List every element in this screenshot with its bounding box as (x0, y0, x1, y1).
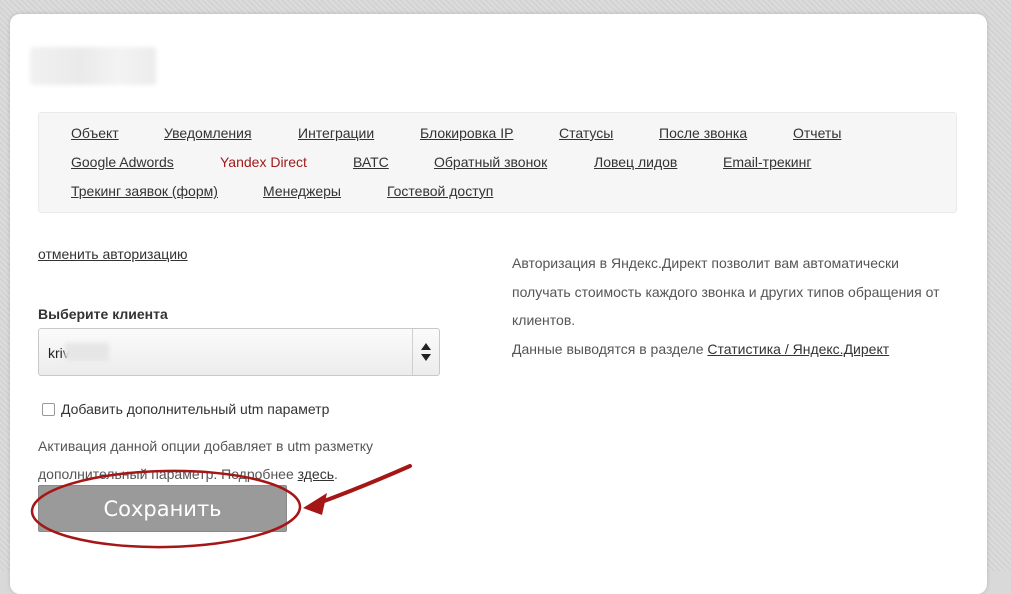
nav-link-form-tracking[interactable]: Трекинг заявок (форм) (71, 183, 218, 199)
info-statistics-link[interactable]: Статистика / Яндекс.Директ (707, 341, 889, 357)
nav-link-object[interactable]: Объект (71, 125, 119, 141)
cancel-authorization-link[interactable]: отменить авторизацию (38, 246, 188, 262)
utm-checkbox-label[interactable]: Добавить дополнительный utm параметр (61, 401, 329, 417)
nav-link-callback[interactable]: Обратный звонок (434, 154, 547, 170)
nav-link-lead-catcher[interactable]: Ловец лидов (594, 154, 677, 170)
nav-link-integrations[interactable]: Интеграции (298, 125, 374, 141)
nav-link-yandex-direct[interactable]: Yandex Direct (220, 154, 307, 170)
client-select[interactable]: kriv (38, 328, 440, 376)
nav-link-email-tracking[interactable]: Email-трекинг (723, 154, 811, 170)
nav-link-vats[interactable]: ВАТС (353, 154, 389, 170)
client-select-label: Выберите клиента (38, 306, 168, 322)
utm-help-end: . (334, 466, 338, 482)
nav-link-managers[interactable]: Менеджеры (263, 183, 341, 199)
yandex-direct-info: Авторизация в Яндекс.Директ позволит вам… (512, 249, 957, 363)
save-button[interactable]: Сохранить (38, 485, 287, 532)
utm-help-link[interactable]: здесь (298, 466, 334, 482)
nav-link-reports[interactable]: Отчеты (793, 125, 841, 141)
select-divider (412, 329, 413, 375)
settings-nav: Объект Уведомления Интеграции Блокировка… (38, 112, 957, 213)
nav-link-notifications[interactable]: Уведомления (164, 125, 252, 141)
blurred-page-title (30, 47, 156, 85)
utm-help-text: Активация данной опции добавляет в utm р… (38, 432, 398, 488)
select-updown-icon (421, 343, 431, 361)
nav-link-ip-blocking[interactable]: Блокировка IP (420, 125, 513, 141)
settings-card: Объект Уведомления Интеграции Блокировка… (10, 14, 987, 594)
info-description: Авторизация в Яндекс.Директ позволит вам… (512, 255, 940, 328)
save-button-label: Сохранить (103, 496, 222, 521)
utm-checkbox[interactable] (42, 403, 55, 416)
nav-link-statuses[interactable]: Статусы (559, 125, 613, 141)
nav-link-after-call[interactable]: После звонка (659, 125, 747, 141)
nav-link-google-adwords[interactable]: Google Adwords (71, 154, 174, 170)
blurred-client-name (65, 343, 109, 361)
info-output-prefix: Данные выводятся в разделе (512, 340, 704, 357)
nav-link-guest-access[interactable]: Гостевой доступ (387, 183, 493, 199)
